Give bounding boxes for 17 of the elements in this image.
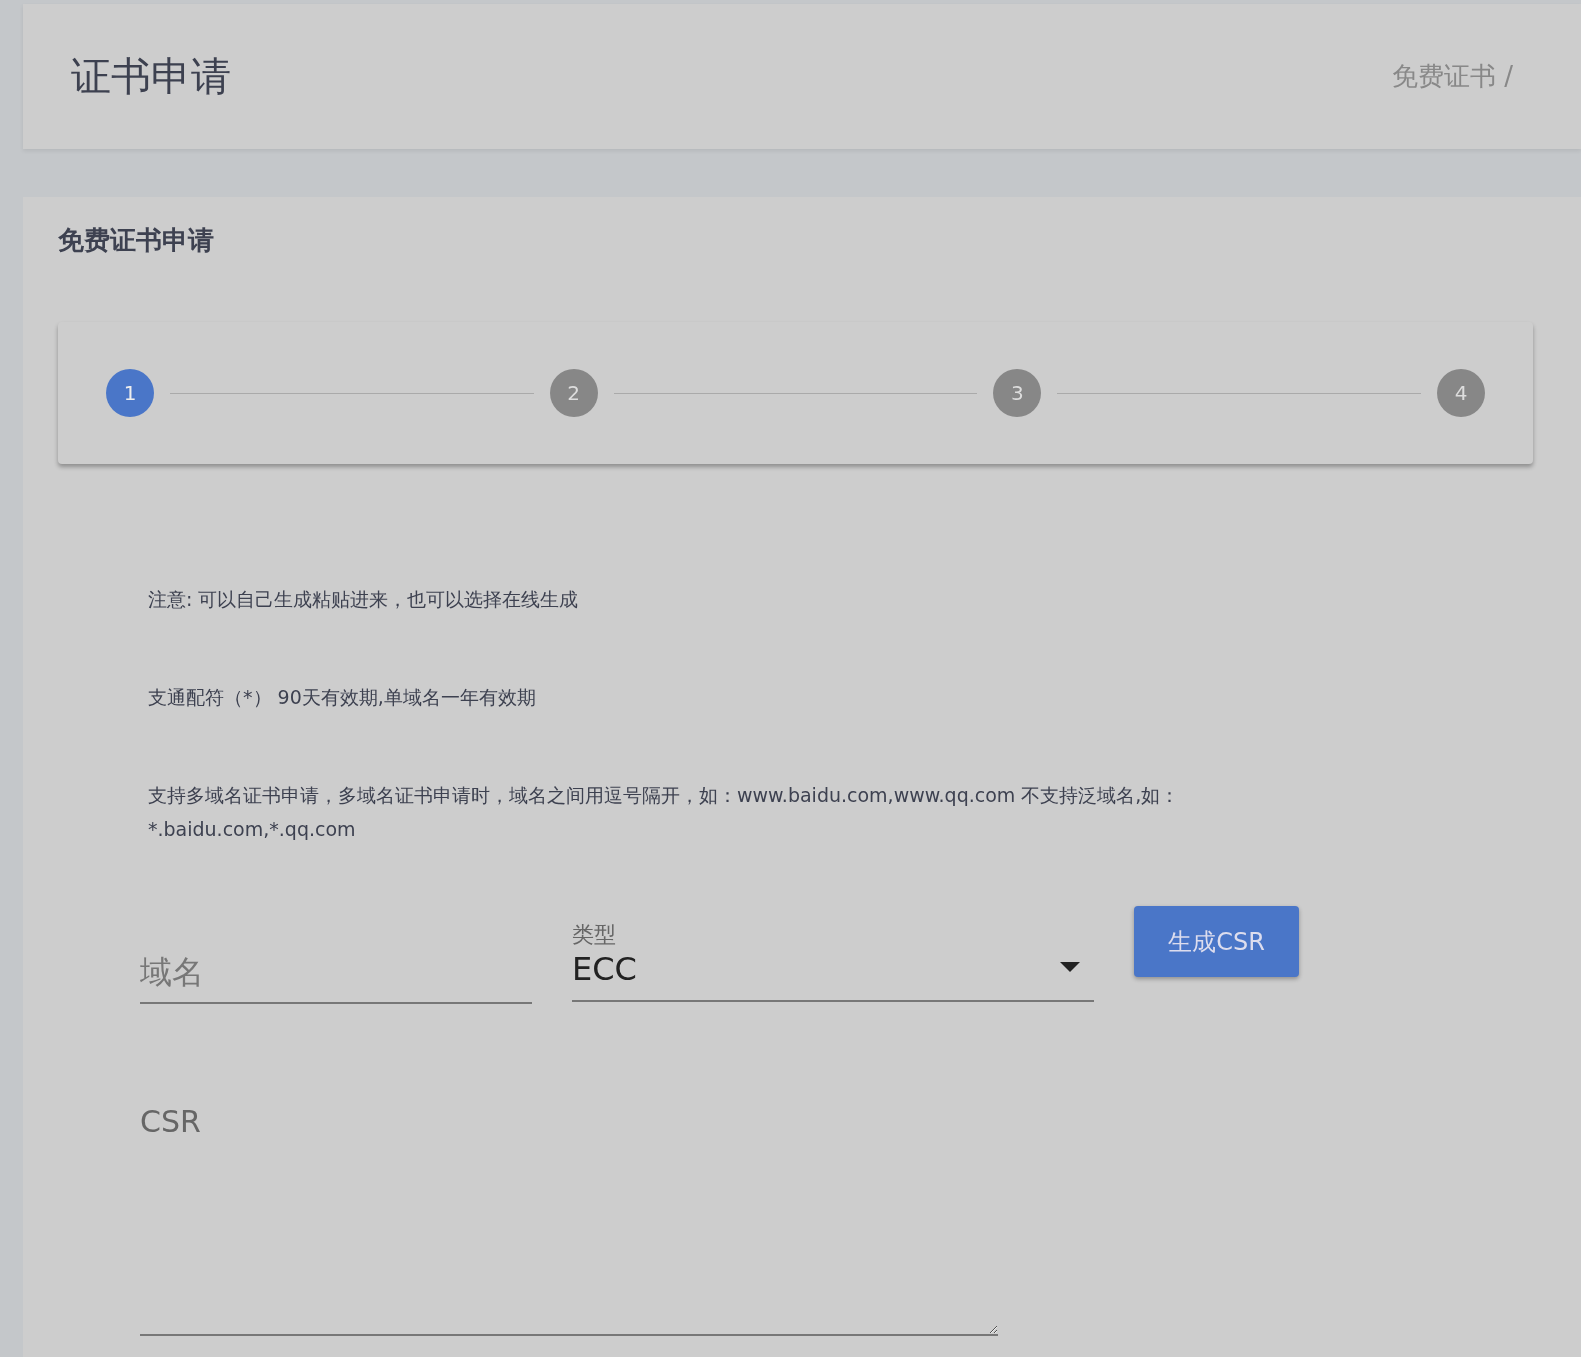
caret-icon	[1060, 962, 1080, 972]
note-text: 支通配符（*） 90天有效期,单域名一年有效期	[148, 685, 537, 710]
type-label: 类型	[572, 921, 617, 949]
note-text: 支持多域名证书申请，多域名证书申请时，域名之间用逗号隔开，如：www.baidu.com,www.qq.com 不支持泛域名,如：*.baidu.com,*.qq.com	[148, 783, 1181, 842]
step-circle[interactable]: 2	[549, 369, 598, 417]
domain-input-field[interactable]: 域名	[140, 942, 532, 1004]
page-title: 证书申请	[71, 52, 231, 101]
note-text: 注意: 可以自己生成粘贴进来，也可以选择在线生成	[148, 587, 580, 612]
type-value: ECC	[572, 950, 637, 988]
csr-textarea-field[interactable]: CSR	[140, 1104, 998, 1336]
breadcrumb-link[interactable]: 免费证书 /	[1391, 59, 1513, 94]
card-title: 免费证书申请	[58, 224, 215, 257]
step-circle[interactable]: 3	[993, 369, 1042, 417]
step-circle[interactable]: 4	[1437, 369, 1485, 417]
generate-csr-button[interactable]: 生成CSR	[1134, 906, 1299, 977]
type-select-field[interactable]: 类型 ECC	[572, 902, 1094, 1002]
step-circle[interactable]: 1	[106, 369, 154, 417]
